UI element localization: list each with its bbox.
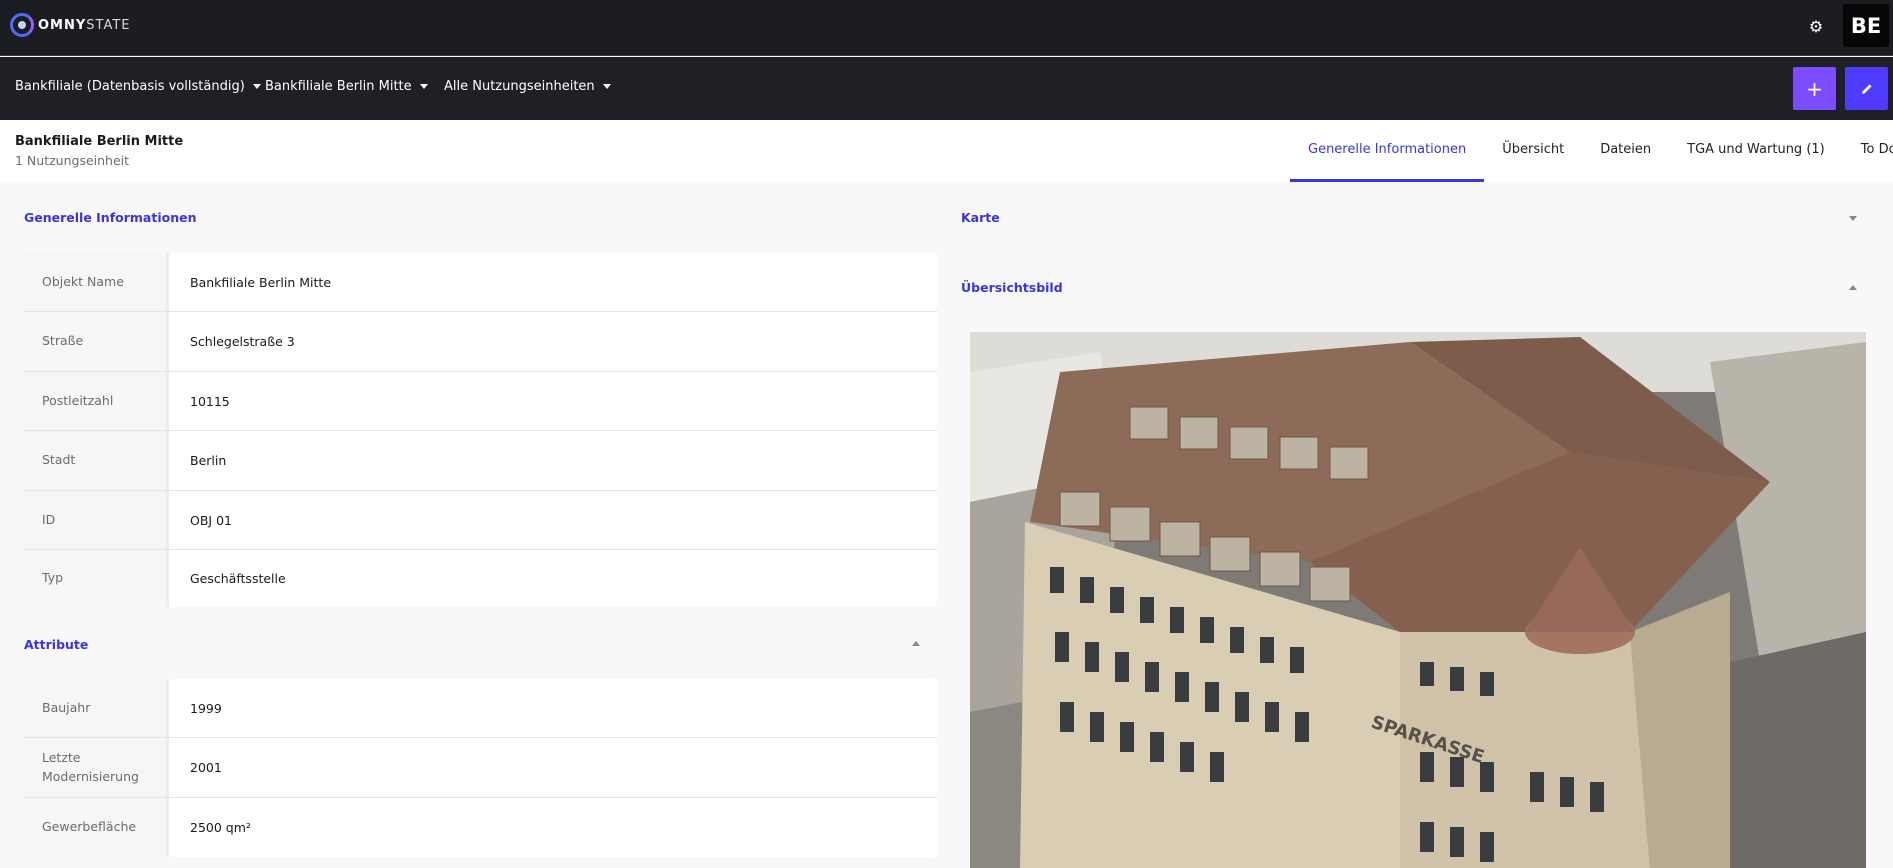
- building-illustration: SPARKASSE: [970, 332, 1866, 868]
- table-row: ID OBJ 01: [24, 491, 937, 550]
- object-header: Bankfiliale Berlin Mitte 1 Nutzungseinhe…: [0, 120, 1893, 182]
- field-label: Postleitzahl: [24, 372, 169, 430]
- tab-uebersicht[interactable]: Übersicht: [1484, 120, 1582, 182]
- field-value: 1999: [190, 700, 222, 716]
- table-row: Gewerbefläche 2500 qm²: [24, 798, 937, 857]
- user-avatar[interactable]: BE: [1843, 4, 1889, 47]
- field-label: Objekt Name: [24, 253, 169, 311]
- caret-down-icon: [602, 84, 611, 89]
- top-bar: OMNYSTATE ⚙ BE: [0, 0, 1893, 56]
- field-value: 10115: [190, 393, 230, 409]
- general-info-card: Objekt Name Bankfiliale Berlin Mitte Str…: [24, 253, 937, 607]
- collapse-chevron-up-icon[interactable]: [1849, 285, 1857, 290]
- expand-chevron-down-icon[interactable]: [1849, 216, 1857, 221]
- settings-gear-icon[interactable]: ⚙: [1805, 16, 1827, 38]
- table-row: Objekt Name Bankfiliale Berlin Mitte: [24, 253, 937, 312]
- tab-dateien[interactable]: Dateien: [1582, 120, 1669, 182]
- field-label: Gewerbefläche: [24, 798, 169, 857]
- units-dropdown[interactable]: Alle Nutzungseinheiten: [444, 79, 611, 94]
- tab-todo[interactable]: To Do (4): [1843, 120, 1893, 182]
- map-section-title: Karte: [961, 210, 1000, 225]
- table-row: Stadt Berlin: [24, 431, 937, 491]
- object-dropdown-label: Bankfiliale Berlin Mitte: [265, 79, 412, 94]
- caret-down-icon: [252, 84, 261, 89]
- plus-icon: +: [1806, 76, 1823, 101]
- tab-tga-und-wartung[interactable]: TGA und Wartung (1): [1669, 120, 1843, 182]
- field-value: Geschäftsstelle: [190, 571, 286, 586]
- overview-building-photo: SPARKASSE: [970, 332, 1866, 868]
- general-info-section-title: Generelle Informationen: [24, 210, 197, 225]
- field-value: Bankfiliale Berlin Mitte: [190, 274, 332, 290]
- attributes-card: Baujahr 1999 Letzte Modernisierung 2001 …: [24, 679, 937, 857]
- field-value: OBJ 01: [190, 512, 232, 528]
- field-label: Letzte Modernisierung: [24, 738, 169, 797]
- page-subtitle: 1 Nutzungseinheit: [15, 153, 130, 168]
- collapse-chevron-up-icon[interactable]: [912, 641, 920, 646]
- table-row: Postleitzahl 10115: [24, 372, 937, 431]
- field-label: ID: [24, 491, 169, 549]
- field-label: Stadt: [24, 431, 169, 490]
- pencil-icon: [1861, 83, 1872, 94]
- logo-icon: [10, 13, 34, 37]
- logo-text: OMNYSTATE: [38, 17, 131, 33]
- filter-bar: Bankfiliale (Datenbasis vollständig) Ban…: [0, 57, 1893, 120]
- portfolio-dropdown[interactable]: Bankfiliale (Datenbasis vollständig): [15, 79, 261, 94]
- edit-button[interactable]: [1845, 67, 1888, 110]
- table-row: Letzte Modernisierung 2001: [24, 738, 937, 798]
- caret-down-icon: [419, 84, 428, 89]
- field-label: Straße: [24, 312, 169, 371]
- attributes-section-title: Attribute: [24, 637, 89, 652]
- page-title: Bankfiliale Berlin Mitte: [15, 134, 184, 149]
- add-button[interactable]: +: [1793, 67, 1836, 110]
- app-logo[interactable]: OMNYSTATE: [10, 13, 131, 37]
- field-value: Schlegelstraße 3: [190, 334, 295, 349]
- table-row: Straße Schlegelstraße 3: [24, 312, 937, 372]
- field-value: 2001: [190, 760, 222, 775]
- table-row: Typ Geschäftsstelle: [24, 550, 937, 607]
- portfolio-dropdown-label: Bankfiliale (Datenbasis vollständig): [15, 79, 245, 94]
- tab-generelle-informationen[interactable]: Generelle Informationen: [1290, 120, 1485, 182]
- tab-bar: Generelle Informationen Übersicht Dateie…: [1290, 120, 1893, 182]
- units-dropdown-label: Alle Nutzungseinheiten: [444, 79, 595, 94]
- object-dropdown[interactable]: Bankfiliale Berlin Mitte: [265, 79, 428, 94]
- field-label: Typ: [24, 550, 169, 607]
- table-row: Baujahr 1999: [24, 679, 937, 738]
- field-value: Berlin: [190, 453, 227, 468]
- overview-image-section-title: Übersichtsbild: [961, 280, 1063, 295]
- field-label: Baujahr: [24, 679, 169, 737]
- field-value: 2500 qm²: [190, 820, 251, 835]
